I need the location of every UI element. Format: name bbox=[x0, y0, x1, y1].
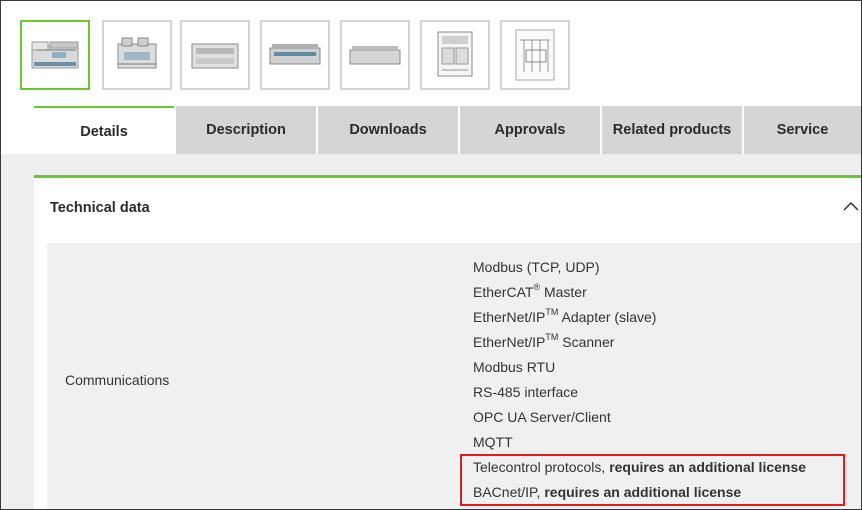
thumbnail-dimension-drawing[interactable] bbox=[420, 20, 490, 90]
tab-description[interactable]: Description bbox=[176, 106, 316, 154]
drawing-icon bbox=[437, 31, 473, 77]
tab-label: Related products bbox=[612, 122, 732, 138]
product-photo-icon bbox=[191, 43, 239, 69]
thumbnail-circuit-diagram[interactable] bbox=[500, 20, 570, 90]
license-note: requires an additional license bbox=[544, 484, 742, 500]
thumbnail-product-top[interactable] bbox=[180, 20, 250, 90]
list-item: Telecontrol protocols, requires an addit… bbox=[473, 455, 806, 480]
item-text: Modbus (TCP, UDP) bbox=[473, 259, 600, 275]
thumbnail-product-side[interactable] bbox=[260, 20, 330, 90]
diagram-icon bbox=[515, 29, 555, 81]
tab-label: Downloads bbox=[349, 122, 427, 138]
product-photo-icon bbox=[269, 44, 321, 65]
item-text: EtherNet/IP bbox=[473, 309, 546, 325]
item-text: EtherCAT bbox=[473, 284, 534, 300]
section-title[interactable]: Technical data bbox=[50, 200, 150, 216]
list-item: RS-485 interface bbox=[473, 380, 806, 405]
tab-content: Technical data Communications Modbus (TC… bbox=[1, 154, 861, 509]
product-photo-icon bbox=[31, 41, 79, 69]
thumbnail-product-front[interactable] bbox=[20, 20, 90, 90]
tab-label: Description bbox=[206, 122, 286, 138]
list-item: EtherNet/IPTM Adapter (slave) bbox=[473, 305, 806, 330]
list-item: OPC UA Server/Client bbox=[473, 405, 806, 430]
item-text: MQTT bbox=[473, 434, 513, 450]
trademark-sup: ® bbox=[533, 282, 541, 293]
list-item: EtherNet/IPTM Scanner bbox=[473, 330, 806, 355]
tab-approvals[interactable]: Approvals bbox=[460, 106, 600, 154]
tab-details[interactable]: Details bbox=[34, 106, 174, 154]
list-item: MQTT bbox=[473, 430, 806, 455]
tab-downloads[interactable]: Downloads bbox=[318, 106, 458, 154]
item-text: EtherNet/IP bbox=[473, 334, 546, 350]
product-photo-icon bbox=[349, 46, 401, 65]
trademark-sup: TM bbox=[545, 332, 559, 343]
tab-service[interactable]: Service bbox=[744, 106, 861, 154]
item-text: RS-485 interface bbox=[473, 384, 579, 400]
product-photo-icon bbox=[117, 37, 157, 69]
thumbnail-product-angle[interactable] bbox=[102, 20, 172, 90]
communications-values: Modbus (TCP, UDP) EtherCAT® Master Ether… bbox=[473, 255, 806, 505]
thumbnail-product-profile[interactable] bbox=[340, 20, 410, 90]
item-text: BACnet/IP, bbox=[473, 484, 545, 500]
item-text: OPC UA Server/Client bbox=[473, 409, 611, 425]
item-text-after: Master bbox=[540, 284, 587, 300]
item-text: Telecontrol protocols, bbox=[473, 459, 610, 475]
license-note: requires an additional license bbox=[609, 459, 807, 475]
tab-label: Details bbox=[80, 124, 128, 140]
tab-label: Service bbox=[776, 122, 829, 138]
trademark-sup: TM bbox=[545, 307, 559, 318]
list-item: Modbus RTU bbox=[473, 355, 806, 380]
tab-label: Approvals bbox=[494, 122, 566, 138]
item-text-after: Scanner bbox=[558, 334, 615, 350]
chevron-up-icon[interactable] bbox=[843, 200, 859, 212]
technical-data-panel: Technical data Communications Modbus (TC… bbox=[34, 175, 861, 509]
item-text: Modbus RTU bbox=[473, 359, 556, 375]
list-item: BACnet/IP, requires an additional licens… bbox=[473, 480, 806, 505]
item-text-after: Adapter (slave) bbox=[558, 309, 657, 325]
product-page: Details Description Downloads Approvals … bbox=[0, 0, 862, 510]
communications-label: Communications bbox=[65, 372, 170, 388]
tab-related-products[interactable]: Related products bbox=[602, 106, 742, 154]
list-item: EtherCAT® Master bbox=[473, 280, 806, 305]
communications-row: Communications Modbus (TCP, UDP) EtherCA… bbox=[47, 243, 861, 509]
list-item: Modbus (TCP, UDP) bbox=[473, 255, 806, 280]
